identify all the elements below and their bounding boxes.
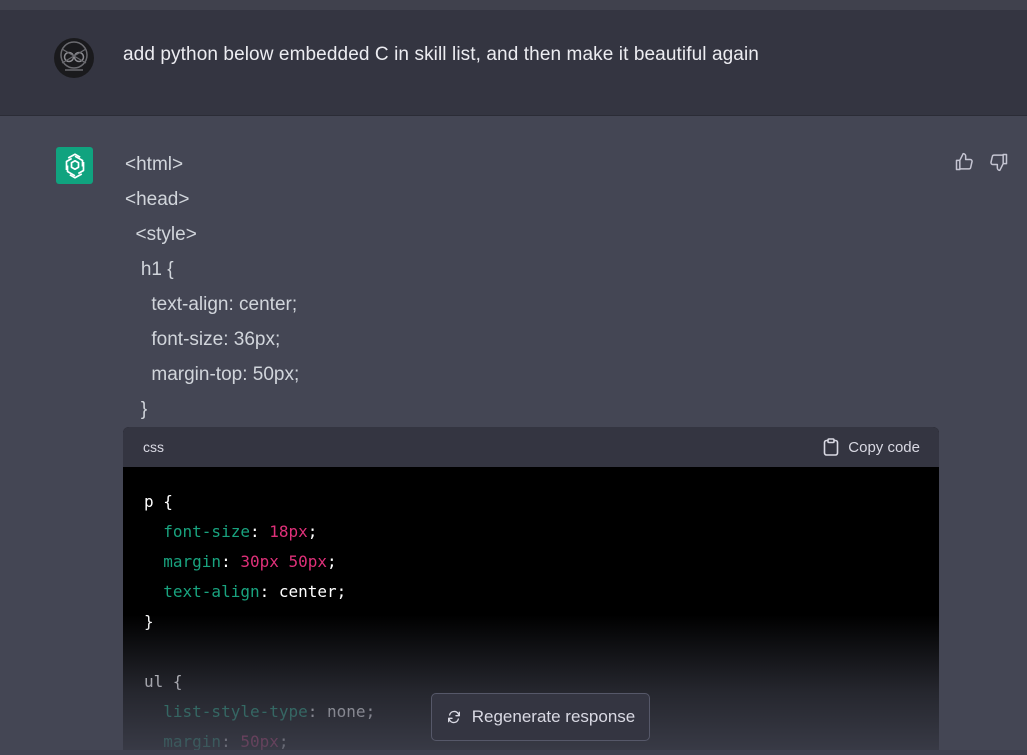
openai-logo-icon	[65, 152, 84, 179]
code-token: 50px	[240, 732, 279, 751]
html-line: font-size: 36px;	[125, 329, 281, 350]
code-line: font-size: 18px;	[144, 517, 939, 547]
code-token: }	[144, 612, 154, 631]
code-token: :	[249, 522, 270, 541]
code-token: margin	[144, 732, 222, 751]
bottom-divider	[60, 750, 1027, 755]
code-token: ;	[307, 522, 318, 541]
code-line: text-align: center;	[144, 577, 939, 607]
code-token: font-size	[144, 522, 250, 541]
code-token: p {	[144, 492, 173, 511]
user-message: add python below embedded C in skill lis…	[123, 44, 759, 65]
user-message-row: add python below embedded C in skill lis…	[0, 10, 1027, 116]
regenerate-response-button[interactable]: Regenerate response	[431, 693, 650, 741]
code-line: }	[144, 607, 939, 637]
code-token: ul {	[144, 672, 183, 691]
code-token: :	[221, 732, 241, 751]
code-token: list-style-type	[144, 702, 308, 721]
copy-code-label: Copy code	[848, 438, 920, 456]
thumbs-up-button[interactable]	[953, 151, 975, 173]
code-token: ;	[327, 552, 337, 571]
thumbs-down-button[interactable]	[988, 151, 1010, 173]
html-line: text-align: center;	[125, 294, 298, 315]
code-token: :	[221, 552, 241, 571]
html-line: <html>	[125, 154, 184, 175]
code-token: 18px	[269, 522, 308, 541]
refresh-icon	[447, 710, 460, 724]
code-block-header: css Copy code	[123, 427, 939, 467]
clipboard-icon	[823, 438, 839, 456]
html-line: <head>	[125, 189, 190, 210]
html-line: <style>	[125, 224, 197, 245]
code-token: 30px 50px	[240, 552, 328, 571]
top-strip	[0, 0, 1027, 10]
html-line: h1 {	[125, 259, 174, 280]
code-token: text-align	[144, 582, 260, 601]
regenerate-label: Regenerate response	[471, 707, 636, 726]
html-line: margin-top: 50px;	[125, 364, 300, 385]
code-line: margin: 30px 50px;	[144, 547, 939, 577]
code-line: p {	[144, 487, 939, 517]
html-text-lines: <html> <head> <style> h1 { text-align: c…	[125, 153, 299, 433]
assistant-avatar	[56, 147, 93, 184]
thumbs-up-icon	[955, 152, 973, 171]
code-token: margin	[144, 552, 222, 571]
assistant-message-row: <html> <head> <style> h1 { text-align: c…	[0, 117, 1027, 755]
user-avatar	[54, 38, 94, 78]
copy-code-button[interactable]: Copy code	[823, 438, 920, 456]
code-language-label: css	[143, 439, 164, 455]
code-token: ;	[278, 732, 289, 751]
code-token: : center;	[259, 582, 347, 601]
user-avatar-logo	[55, 39, 93, 77]
code-token: : none;	[307, 702, 376, 721]
thumbs-down-icon	[990, 153, 1008, 172]
